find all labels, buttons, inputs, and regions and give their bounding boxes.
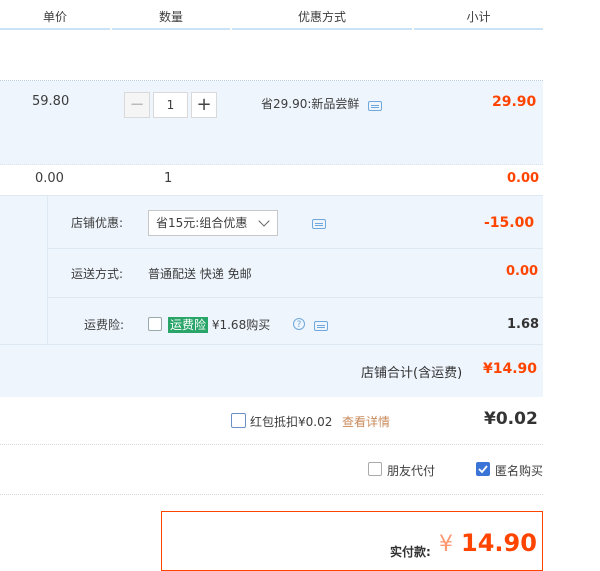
column-header-discount: 优惠方式 <box>297 10 346 24</box>
column-header-quantity: 数量 <box>158 10 183 24</box>
chat-icon[interactable] <box>368 101 382 111</box>
divider <box>47 196 48 344</box>
shop-discount-select[interactable]: 省15元:组合优惠 <box>148 210 278 236</box>
shipping-label: 运送方式: <box>71 267 124 281</box>
shop-total-label: 店铺合计(含运费) <box>361 366 463 381</box>
shop-discount-select-value: 省15元:组合优惠 <box>156 216 248 230</box>
chevron-down-icon <box>258 215 270 227</box>
chat-icon[interactable] <box>313 321 328 331</box>
shipping-amount: 0.00 <box>506 264 539 279</box>
item-row-2 <box>0 165 543 195</box>
insurance-price-text: ¥1.68购买 <box>211 318 271 332</box>
insurance-label: 运费险: <box>84 318 125 332</box>
redpacket-checkbox[interactable] <box>231 413 246 428</box>
column-header-unit-price: 单价 <box>42 10 67 24</box>
item-discount-text: 省29.90:新品尝鲜 <box>261 97 360 111</box>
insurance-amount: 1.68 <box>507 317 540 332</box>
column-header-subtotal: 小计 <box>466 10 491 24</box>
header-bar <box>0 28 110 30</box>
increase-button[interactable]: + <box>191 92 217 118</box>
cart-table-header: 单价 数量 优惠方式 小计 <box>0 0 543 30</box>
item-unit-price: 59.80 <box>32 94 70 109</box>
divider <box>0 444 543 445</box>
divider <box>47 248 543 249</box>
redpacket-amount: ¥0.02 <box>484 409 538 429</box>
shop-discount-label: 店铺优惠: <box>71 216 124 230</box>
help-icon[interactable]: ? <box>293 318 305 330</box>
shop-total-value: ¥14.90 <box>483 361 538 377</box>
shop-discount-amount: -15.00 <box>484 215 535 231</box>
anonymous-checkbox[interactable] <box>476 462 490 476</box>
redpacket-label: 红包抵扣¥0.02 <box>250 415 333 429</box>
item-subtotal: 29.90 <box>492 94 537 110</box>
header-bar <box>232 28 412 30</box>
chat-icon[interactable] <box>311 219 326 229</box>
header-bar <box>414 28 543 30</box>
redpacket-details-link[interactable]: 查看详情 <box>342 413 390 430</box>
divider <box>0 494 543 495</box>
quantity-input[interactable]: 1 <box>153 92 188 118</box>
currency-symbol: ¥ <box>439 532 453 557</box>
anonymous-label: 匿名购买 <box>495 464 544 478</box>
actual-payment-label: 实付款: <box>390 545 431 559</box>
item2-quantity: 1 <box>164 171 173 186</box>
divider <box>47 297 543 298</box>
item2-unit-price: 0.00 <box>35 171 64 186</box>
divider <box>0 344 543 345</box>
actual-payment-amount: 14.90 <box>461 529 537 557</box>
insurance-tag: 运费险 <box>168 317 209 333</box>
insurance-option[interactable]: 运费险 ¥1.68购买 <box>168 316 270 333</box>
friend-pay-label: 朋友代付 <box>387 464 436 478</box>
decrease-button[interactable]: − <box>124 92 150 118</box>
check-icon <box>478 465 488 474</box>
actual-payment-box: 实付款: ¥ 14.90 <box>161 511 543 571</box>
friend-pay-checkbox[interactable] <box>368 462 382 476</box>
header-bar <box>112 28 230 30</box>
item2-subtotal: 0.00 <box>507 171 540 186</box>
insurance-checkbox[interactable] <box>148 317 162 331</box>
shipping-value: 普通配送 快递 免邮 <box>148 267 252 281</box>
